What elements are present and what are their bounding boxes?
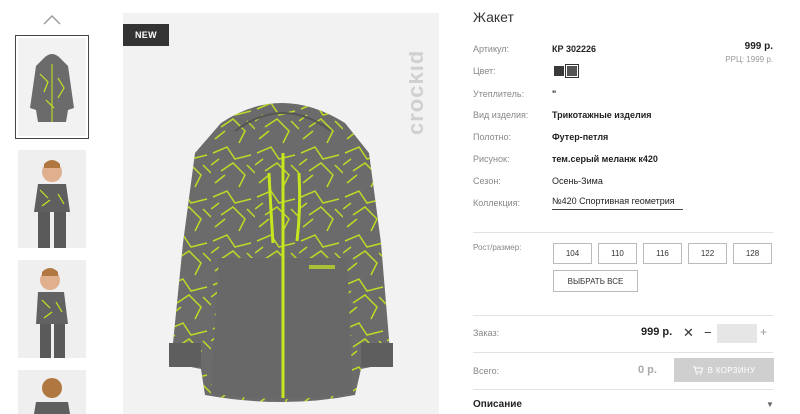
attribute-insulation: Утеплитель: " [473, 87, 783, 103]
attribute-value: " [552, 89, 557, 99]
total-price: 0 р. [638, 364, 657, 376]
attribute-pattern: Рисунок: тем.серый меланж к420 [473, 152, 783, 168]
new-badge: NEW [123, 24, 169, 46]
attribute-article: Артикул: КР 302226 [473, 42, 783, 58]
divider [473, 232, 773, 233]
size-option-104[interactable]: 104 [553, 243, 592, 264]
brand-logo: crockid [409, 50, 428, 135]
chevron-up-icon[interactable] [42, 12, 62, 26]
thumbnail-model-back[interactable] [18, 370, 86, 414]
attribute-season: Сезон: Осень-Зима [473, 174, 783, 190]
attribute-label: Артикул: [473, 44, 510, 54]
jacket-illustration [123, 13, 439, 414]
description-heading[interactable]: Описание [473, 399, 522, 410]
color-swatch-dark[interactable] [554, 66, 564, 76]
thumbnail-jacket[interactable] [15, 35, 89, 139]
size-option-128[interactable]: 128 [733, 243, 772, 264]
attribute-label: Утеплитель: [473, 89, 525, 99]
attribute-value: Футер-петля [552, 132, 609, 142]
attribute-label: Цвет: [473, 66, 496, 76]
quantity-input[interactable] [717, 324, 757, 343]
divider [473, 315, 773, 316]
color-swatch-selected[interactable] [565, 64, 579, 78]
attribute-label: Полотно: [473, 132, 512, 142]
thumbnail-model-front[interactable] [18, 150, 86, 248]
attribute-value: КР 302226 [552, 44, 597, 54]
total-label: Всего: [473, 366, 500, 376]
order-price: 999 р. [641, 326, 673, 338]
attribute-label: Коллекция: [473, 198, 521, 208]
decrease-quantity-button[interactable]: − [704, 325, 712, 340]
svg-text:crockid: crockid [409, 50, 428, 135]
attribute-label: Вид изделия: [473, 110, 529, 120]
attribute-color: Цвет: [473, 64, 783, 80]
main-product-image[interactable]: NEW crockid [123, 13, 439, 414]
divider [473, 389, 773, 390]
attribute-item-type: Вид изделия: Трикотажные изделия [473, 108, 783, 124]
size-option-116[interactable]: 116 [643, 243, 682, 264]
order-label: Заказ: [473, 328, 500, 338]
chevron-down-icon[interactable]: ▼ [766, 400, 774, 409]
select-all-sizes-button[interactable]: ВЫБРАТЬ ВСЕ [553, 270, 638, 292]
add-to-cart-label: В КОРЗИНУ [707, 365, 756, 375]
increase-quantity-button[interactable]: + [760, 325, 767, 339]
remove-icon[interactable]: ✕ [683, 325, 694, 341]
add-to-cart-button[interactable]: В КОРЗИНУ [674, 358, 774, 382]
attribute-value: Трикотажные изделия [552, 110, 652, 120]
divider [473, 352, 773, 353]
attribute-fabric: Полотно: Футер-петля [473, 130, 783, 146]
size-option-110[interactable]: 110 [598, 243, 637, 264]
attribute-label: Сезон: [473, 176, 501, 186]
product-info-panel: Жакет 999 р. РРЦ: 1999 р. Артикул: КР 30… [473, 0, 783, 414]
cart-icon [692, 366, 703, 375]
collection-link[interactable]: №420 Спортивная геометрия [552, 196, 683, 210]
thumbnail-model-side[interactable] [18, 260, 86, 358]
attribute-value: Осень-Зима [552, 176, 603, 186]
attribute-label: Рисунок: [473, 154, 510, 164]
thumbnail-gallery [14, 0, 90, 414]
size-option-122[interactable]: 122 [688, 243, 727, 264]
product-title: Жакет [473, 9, 514, 25]
attribute-value: тем.серый меланж к420 [552, 154, 658, 164]
size-label: Рост/размер: [473, 243, 522, 252]
